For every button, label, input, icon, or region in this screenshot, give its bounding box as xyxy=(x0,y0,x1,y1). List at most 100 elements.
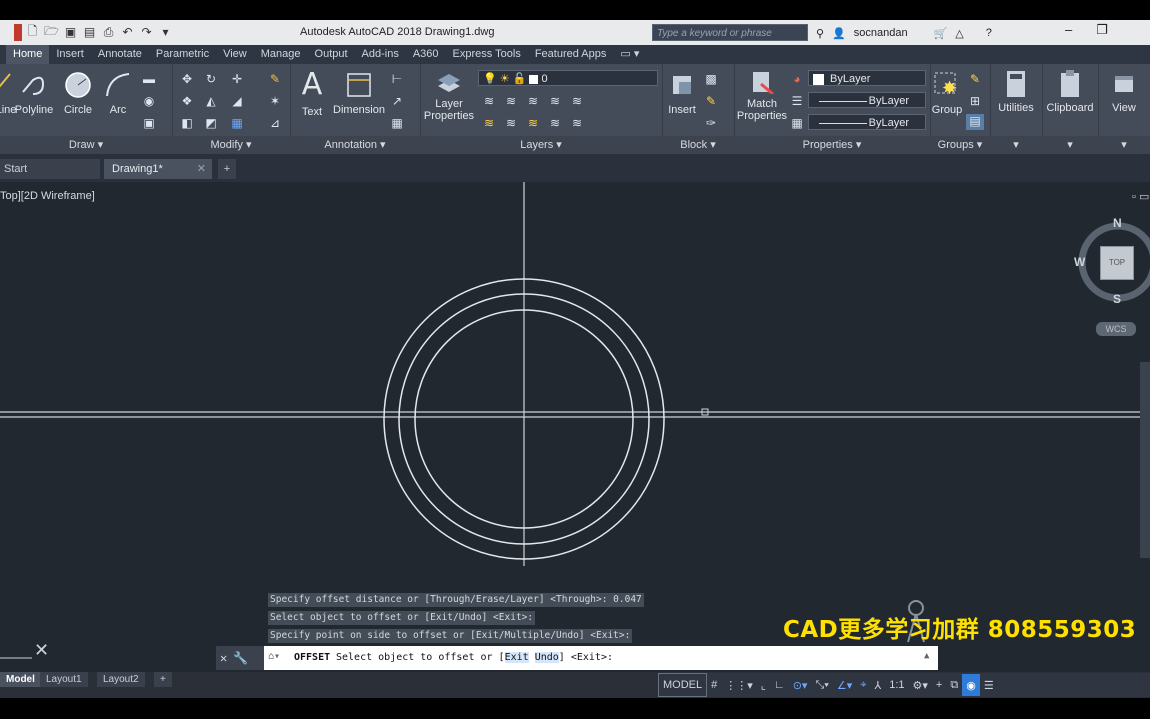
explode-icon[interactable]: ✶ xyxy=(268,94,282,108)
tab-layout1[interactable]: Layout1 xyxy=(40,672,88,687)
save-icon[interactable]: ▣ xyxy=(62,24,79,41)
wcs-menu[interactable]: WCS xyxy=(1096,322,1136,336)
region-icon[interactable]: ▣ xyxy=(142,116,156,130)
command-line[interactable]: ✕ 🔧 ⌂▾ OFFSET Select object to offset or… xyxy=(216,646,938,670)
compass-west[interactable]: W xyxy=(1074,255,1085,269)
match-properties-button[interactable]: Match Properties xyxy=(736,70,788,122)
polar-icon[interactable]: ⊙▾ xyxy=(789,674,812,696)
table-icon[interactable]: ▦ xyxy=(390,116,404,130)
utilities-dropdown[interactable]: ▾ xyxy=(990,136,1042,154)
restore-icon[interactable]: ❐ xyxy=(1096,22,1108,42)
layer-tool-1-icon[interactable]: ≋ xyxy=(482,94,496,108)
array-icon[interactable]: ▦ xyxy=(230,116,244,130)
modify-panel-label[interactable]: Modify ▾ xyxy=(172,136,290,154)
print-icon[interactable]: ⎙ xyxy=(100,24,117,41)
block-panel-label[interactable]: Block ▾ xyxy=(662,136,734,154)
line-button[interactable]: Line xyxy=(0,70,16,116)
leader-icon[interactable]: ↗ xyxy=(390,94,404,108)
tab-manage[interactable]: Manage xyxy=(254,45,308,64)
command-prompt[interactable]: Select object to offset or [Exit Undo] <… xyxy=(336,652,613,663)
view-dropdown[interactable]: ▾ xyxy=(1098,136,1150,154)
scale-icon[interactable]: ◩ xyxy=(204,116,218,130)
tab-a360[interactable]: A360 xyxy=(406,45,446,64)
minimize-icon[interactable]: – xyxy=(1065,22,1072,42)
ungroup-icon[interactable]: ✎ xyxy=(968,72,982,86)
workspace-icon[interactable]: ⧉ xyxy=(946,674,962,696)
command-history-toggle-icon[interactable]: ▲ xyxy=(924,651,929,661)
isolate-icon[interactable]: ◉ xyxy=(962,674,980,696)
layer-dropdown[interactable]: 💡 ☀ 🔓 0 xyxy=(478,70,658,86)
scale-value[interactable]: 1:1 xyxy=(885,674,908,696)
cart-icon[interactable]: 🛒 xyxy=(934,27,948,40)
new-tab-button[interactable]: + xyxy=(218,159,236,179)
layer-tool-9-icon[interactable]: ≋ xyxy=(548,116,562,130)
layer-tool-4-icon[interactable]: ≋ xyxy=(548,94,562,108)
search-input[interactable]: Type a keyword or phrase xyxy=(652,24,808,41)
tab-home[interactable]: Home xyxy=(6,45,50,64)
lineweight-dropdown[interactable]: ByLayer xyxy=(808,114,926,130)
layer-tool-7-icon[interactable]: ≋ xyxy=(504,116,518,130)
customization-icon[interactable]: ☰ xyxy=(980,674,998,696)
arc-button[interactable]: Arc xyxy=(98,70,138,116)
isodraft-icon[interactable]: ⤡▾ xyxy=(811,674,832,696)
move-icon[interactable]: ✥ xyxy=(180,72,194,86)
new-icon[interactable]: 🗋 xyxy=(24,24,41,41)
stretch-icon[interactable]: ◧ xyxy=(180,116,194,130)
viewport-maximize-icon[interactable]: ▫ ▭ xyxy=(1132,190,1149,203)
color-dropdown[interactable]: ByLayer xyxy=(808,70,926,86)
help-icon[interactable]: ? xyxy=(986,27,992,39)
clipboard-button[interactable]: Clipboard xyxy=(1044,70,1096,114)
draw-panel-label[interactable]: Draw ▾ xyxy=(0,136,172,154)
osnap-icon[interactable]: ∠▾ xyxy=(833,674,856,696)
grid-icon[interactable]: # xyxy=(707,674,721,696)
edit-block-icon[interactable]: ✎ xyxy=(704,94,718,108)
viewcube-top-face[interactable]: TOP xyxy=(1100,246,1134,280)
group-button[interactable]: ✸ Group xyxy=(930,70,964,116)
annotation-visibility-icon[interactable]: ⌖ xyxy=(856,674,870,696)
tab-addins[interactable]: Add-ins xyxy=(355,45,406,64)
viewport-controls-label[interactable]: Top][2D Wireframe] xyxy=(0,190,95,202)
tab-layout2[interactable]: Layout2 xyxy=(97,672,145,687)
snap-icon[interactable]: ⋮⋮▾ xyxy=(721,674,757,696)
rectangle-icon[interactable]: ▬ xyxy=(142,72,156,86)
group-edit-icon[interactable]: ⊞ xyxy=(968,94,982,108)
annotation-scale-icon[interactable]: ⅄ xyxy=(870,674,885,696)
trim-icon[interactable]: ✛ xyxy=(230,72,244,86)
binoculars-icon[interactable]: ⚲ xyxy=(816,27,824,40)
ribbon-options-icon[interactable]: ▭ ▾ xyxy=(613,45,646,64)
close-tab-icon[interactable]: ✕ xyxy=(197,159,206,179)
layer-tool-6-icon[interactable]: ≋ xyxy=(482,116,496,130)
utilities-button[interactable]: Utilities xyxy=(992,70,1040,114)
circle-button[interactable]: Circle xyxy=(58,70,98,116)
layer-tool-5-icon[interactable]: ≋ xyxy=(570,94,584,108)
group-select-icon[interactable]: ▤ xyxy=(966,114,984,130)
viewcube[interactable]: N S W TOP xyxy=(1074,216,1150,308)
clipboard-dropdown[interactable]: ▾ xyxy=(1042,136,1098,154)
saveas-icon[interactable]: ▤ xyxy=(81,24,98,41)
layer-tool-10-icon[interactable]: ≋ xyxy=(570,116,584,130)
tab-view[interactable]: View xyxy=(216,45,254,64)
create-block-icon[interactable]: ▩ xyxy=(704,72,718,86)
option-undo[interactable]: Undo xyxy=(534,652,559,663)
groups-panel-label[interactable]: Groups ▾ xyxy=(930,136,990,154)
compass-north[interactable]: N xyxy=(1113,216,1122,230)
customize-command-icon[interactable]: 🔧 xyxy=(233,646,248,670)
add-layout-button[interactable]: + xyxy=(154,672,172,687)
open-icon[interactable]: 🗁 xyxy=(43,24,60,41)
tab-annotate[interactable]: Annotate xyxy=(91,45,149,64)
tab-parametric[interactable]: Parametric xyxy=(149,45,216,64)
username[interactable]: socnandan xyxy=(854,27,908,39)
app-menu-button[interactable] xyxy=(14,23,22,41)
close-command-icon[interactable]: ✕ xyxy=(220,646,227,670)
model-space-button[interactable]: MODEL xyxy=(658,673,708,697)
insert-button[interactable]: Insert xyxy=(664,70,700,116)
a360-icon[interactable]: △ xyxy=(955,27,963,40)
tab-output[interactable]: Output xyxy=(308,45,355,64)
dimension-button[interactable]: Dimension xyxy=(330,70,388,116)
compass-south[interactable]: S xyxy=(1113,292,1121,306)
customize-qat-icon[interactable]: ▾ xyxy=(157,24,174,41)
copy-icon[interactable]: ❖ xyxy=(180,94,194,108)
layer-properties-button[interactable]: Layer Properties xyxy=(422,70,476,122)
offset-icon[interactable]: ⊿ xyxy=(268,116,282,130)
view-button[interactable]: View xyxy=(1100,70,1148,114)
